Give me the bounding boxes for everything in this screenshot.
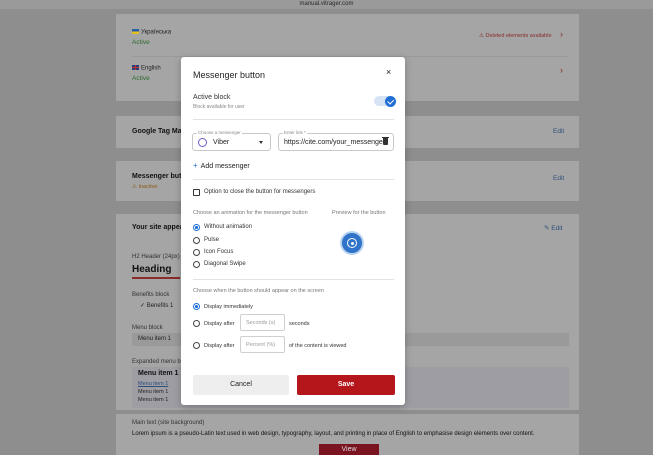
divider [193, 179, 394, 180]
active-block-toggle[interactable] [374, 95, 396, 107]
view-button[interactable]: View [319, 444, 379, 455]
heading-underline [132, 277, 180, 279]
appear-label: Choose when the button should appear on … [193, 288, 324, 294]
expanded-menu-title: Menu item 1 [138, 370, 179, 377]
animation-label: Choose an animation for the messenger bu… [193, 210, 308, 216]
messenger-status: ⚠ Inactive [132, 184, 158, 190]
deleted-elements-warning[interactable]: ⚠ Deleted elements available [479, 33, 552, 39]
animation-radio-diagonal-swipe[interactable] [193, 261, 200, 268]
chevron-right-icon[interactable]: › [560, 65, 563, 75]
plus-icon: + [193, 161, 198, 170]
expanded-menu-label: Expanded menu bloc [132, 359, 189, 365]
benefits-label: Benefits block [132, 292, 170, 298]
cancel-button[interactable]: Cancel [193, 375, 289, 395]
add-messenger-button[interactable]: + Add messenger [193, 161, 250, 170]
browser-bar: manual.vitrager.com [0, 0, 653, 9]
appear-immediately-label: Display immediately [204, 304, 253, 310]
percent-unit: of the content is viewed [289, 343, 347, 349]
uk-flag-icon [132, 65, 139, 70]
divider [193, 119, 394, 120]
animation-option: Pulse [204, 237, 220, 243]
url-text: manual.vitrager.com [299, 1, 354, 7]
site-edit-button[interactable]: ✎ Edit [544, 224, 562, 232]
messenger-link-value: https://cite.com/your_messenger [284, 139, 386, 146]
divider [193, 279, 394, 280]
appear-radio-seconds[interactable] [193, 320, 200, 327]
chevron-down-icon [259, 141, 263, 144]
benefit-item: ✓ Benefits 1 [140, 303, 174, 309]
save-button[interactable]: Save [297, 375, 395, 395]
messenger-select[interactable]: Choose a messenger Viber [192, 130, 271, 151]
animation-option: Diagonal Swipe [204, 261, 246, 267]
menu-item: Menu item 1 [138, 336, 172, 342]
messenger-select-label: Choose a messenger [197, 130, 242, 135]
h2-label: H2 Header (24px) [132, 254, 180, 260]
appear-after-label: Display after [204, 321, 235, 327]
active-block-label: Active block [193, 94, 231, 101]
animation-radio-none[interactable] [193, 224, 200, 231]
animation-option: Without animation [204, 224, 253, 230]
messenger-link-label: Enter link * [283, 130, 307, 135]
language-ukrainian: Українська [132, 29, 171, 36]
expanded-menu-link[interactable]: Menu item 1 [138, 381, 168, 387]
animation-radio-icon-focus[interactable] [193, 249, 200, 256]
animation-option: Icon Focus [204, 249, 234, 255]
menu-label: Menu block [132, 325, 163, 331]
animation-radio-pulse[interactable] [193, 237, 200, 244]
main-text-label: Main text (site background) [132, 420, 205, 426]
seconds-input[interactable]: Seconds (s) [240, 314, 285, 331]
trash-icon[interactable] [382, 136, 389, 145]
percent-input[interactable]: Percent (%) [240, 336, 285, 353]
pencil-icon: ✎ [544, 225, 550, 232]
messenger-link-input[interactable]: Enter link * https://cite.com/your_messe… [278, 130, 394, 151]
expanded-menu-item: Menu item 1 [138, 397, 169, 403]
language-status: Active [132, 39, 150, 46]
language-status: Active [132, 75, 150, 82]
close-option-checkbox[interactable] [193, 189, 200, 196]
viber-icon [198, 138, 207, 147]
appear-after-label: Display after [204, 343, 235, 349]
messenger-preview-button [340, 231, 364, 255]
check-icon [385, 95, 396, 107]
messenger-select-value: Viber [213, 139, 230, 146]
modal-title: Messenger button [193, 70, 266, 80]
close-option-label: Option to close the button for messenger… [204, 189, 316, 195]
messenger-title: Messenger butto [132, 173, 189, 180]
main-text-card: Main text (site background) Lorem ipsum … [116, 414, 579, 455]
language-english: English [132, 65, 161, 72]
chevron-right-icon[interactable]: › [560, 29, 563, 39]
messenger-button-modal: Messenger button × Active block Block av… [181, 57, 405, 405]
seconds-unit: seconds [289, 321, 310, 327]
appear-radio-immediately[interactable] [193, 303, 200, 310]
messenger-edit-button[interactable]: Edit [553, 175, 564, 182]
preview-label: Preview for the button [332, 210, 386, 216]
gtm-edit-button[interactable]: Edit [553, 128, 564, 135]
active-block-hint: Block available for user [193, 104, 245, 110]
check-icon: ✓ [140, 303, 146, 309]
appear-radio-percent[interactable] [193, 342, 200, 349]
close-icon[interactable]: × [386, 67, 391, 77]
expanded-menu-item: Menu item 1 [138, 389, 169, 395]
heading-sample: Heading [132, 264, 172, 275]
main-text-sample: Lorem ipsum is a pseudo-Latin text used … [132, 431, 535, 437]
ukraine-flag-icon [132, 29, 139, 34]
